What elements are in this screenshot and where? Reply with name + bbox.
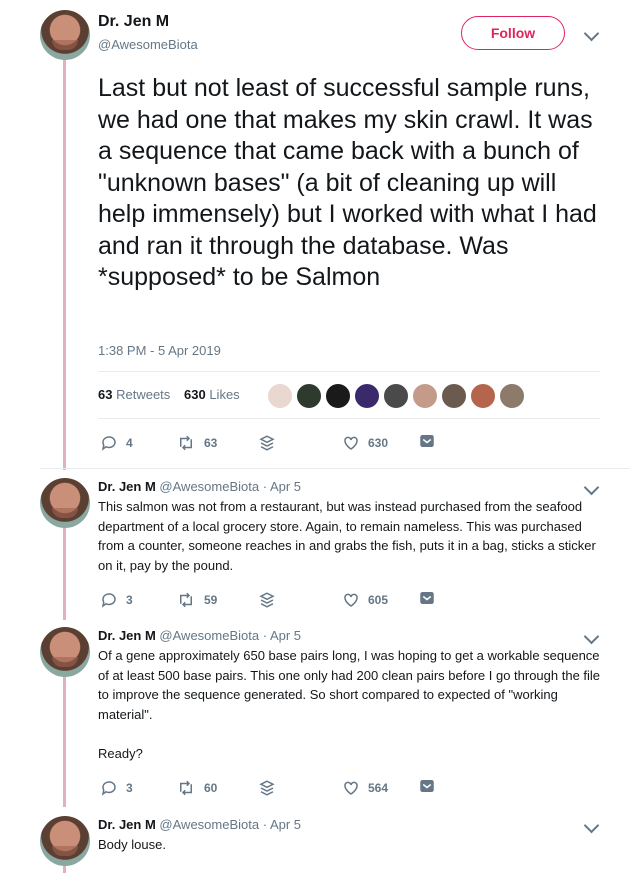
- liker-avatar[interactable]: [354, 383, 380, 409]
- reply-icon: [101, 781, 116, 796]
- retweet-action[interactable]: 60: [176, 779, 217, 797]
- divider: [98, 371, 600, 372]
- dm-action[interactable]: [418, 589, 444, 607]
- reply-action[interactable]: 4: [100, 434, 133, 452]
- retweet-action[interactable]: 63: [176, 434, 217, 452]
- like-count: 564: [368, 781, 389, 795]
- reply-action[interactable]: 3: [100, 591, 133, 609]
- reply-count: 3: [126, 593, 133, 607]
- message-icon: [420, 780, 434, 792]
- retweet-icon: [180, 592, 192, 608]
- divider: [40, 468, 630, 469]
- retweets-label: Retweets: [116, 387, 171, 402]
- reply-icon: [101, 593, 116, 608]
- reply-action[interactable]: 3: [100, 779, 133, 797]
- thread-line: [63, 58, 66, 470]
- author-name[interactable]: Dr. Jen M: [98, 13, 169, 31]
- dm-action[interactable]: [418, 432, 444, 450]
- likes-stat[interactable]: 630 Likes: [184, 387, 240, 402]
- tweet-date[interactable]: · Apr 5: [263, 479, 301, 494]
- retweet-count: 63: [204, 436, 218, 450]
- reply-text: This salmon was not from a restaurant, b…: [98, 499, 600, 573]
- reply-count: 3: [126, 781, 133, 795]
- chevron-down-icon[interactable]: [583, 25, 600, 42]
- heart-icon: [344, 436, 358, 450]
- chevron-down-icon[interactable]: [583, 628, 600, 645]
- like-action[interactable]: 605: [342, 591, 388, 609]
- reply-header: Dr. Jen M @AwesomeBiota · Apr 5: [98, 628, 301, 643]
- retweet-count: 60: [204, 781, 218, 795]
- author-handle[interactable]: @AwesomeBiota: [159, 817, 259, 832]
- author-name[interactable]: Dr. Jen M: [98, 628, 156, 643]
- retweet-action[interactable]: 59: [176, 591, 217, 609]
- tweet-date[interactable]: · Apr 5: [263, 628, 301, 643]
- follow-button[interactable]: Follow: [461, 16, 565, 50]
- thread-line: [63, 866, 66, 873]
- liker-avatar[interactable]: [267, 383, 293, 409]
- avatar[interactable]: [40, 478, 90, 528]
- like-count: 605: [368, 593, 389, 607]
- heart-icon: [344, 593, 358, 607]
- likes-count: 630: [184, 387, 206, 402]
- author-handle[interactable]: @AwesomeBiota: [159, 479, 259, 494]
- author-name[interactable]: Dr. Jen M: [98, 817, 156, 832]
- reply-header: Dr. Jen M @AwesomeBiota · Apr 5: [98, 817, 301, 832]
- message-icon: [420, 435, 434, 447]
- liker-avatar[interactable]: [383, 383, 409, 409]
- liker-avatars: [267, 383, 528, 409]
- liker-avatar[interactable]: [470, 383, 496, 409]
- layers-icon: [259, 435, 275, 451]
- retweet-icon: [180, 780, 192, 796]
- avatar[interactable]: [40, 10, 90, 60]
- retweet-icon: [180, 435, 192, 451]
- chevron-down-icon[interactable]: [583, 817, 600, 834]
- tweet-date[interactable]: · Apr 5: [263, 817, 301, 832]
- thread-line: [63, 677, 66, 807]
- heart-icon: [344, 781, 358, 795]
- layers-icon: [259, 592, 275, 608]
- stack-action[interactable]: [258, 591, 284, 609]
- stack-action[interactable]: [258, 779, 284, 797]
- likes-label: Likes: [209, 387, 240, 402]
- avatar[interactable]: [40, 627, 90, 677]
- thread-line: [63, 528, 66, 620]
- like-action[interactable]: 564: [342, 779, 388, 797]
- author-handle[interactable]: @AwesomeBiota: [98, 37, 198, 52]
- reply-text: Body louse.: [98, 837, 166, 852]
- stack-action[interactable]: [258, 434, 284, 452]
- avatar[interactable]: [40, 816, 90, 866]
- message-icon: [420, 592, 434, 604]
- reply-header: Dr. Jen M @AwesomeBiota · Apr 5: [98, 479, 301, 494]
- reply-text: Of a gene approximately 650 base pairs l…: [98, 648, 601, 761]
- liker-avatar[interactable]: [325, 383, 351, 409]
- liker-avatar[interactable]: [296, 383, 322, 409]
- author-name[interactable]: Dr. Jen M: [98, 479, 156, 494]
- layers-icon: [259, 780, 275, 796]
- tweet-timestamp[interactable]: 1:38 PM - 5 Apr 2019: [98, 343, 221, 358]
- tweet-text: Last but not least of successful sample …: [98, 74, 597, 291]
- reply-icon: [101, 436, 116, 451]
- liker-avatar[interactable]: [412, 383, 438, 409]
- retweets-count: 63: [98, 387, 113, 402]
- author-handle[interactable]: @AwesomeBiota: [159, 628, 259, 643]
- retweet-count: 59: [204, 593, 218, 607]
- retweets-stat[interactable]: 63 Retweets: [98, 387, 170, 402]
- liker-avatar[interactable]: [441, 383, 467, 409]
- dm-action[interactable]: [418, 777, 444, 795]
- like-action[interactable]: 630: [342, 434, 388, 452]
- divider: [98, 418, 600, 419]
- chevron-down-icon[interactable]: [583, 479, 600, 496]
- reply-count: 4: [126, 436, 133, 450]
- liker-avatar[interactable]: [499, 383, 525, 409]
- like-count: 630: [368, 436, 389, 450]
